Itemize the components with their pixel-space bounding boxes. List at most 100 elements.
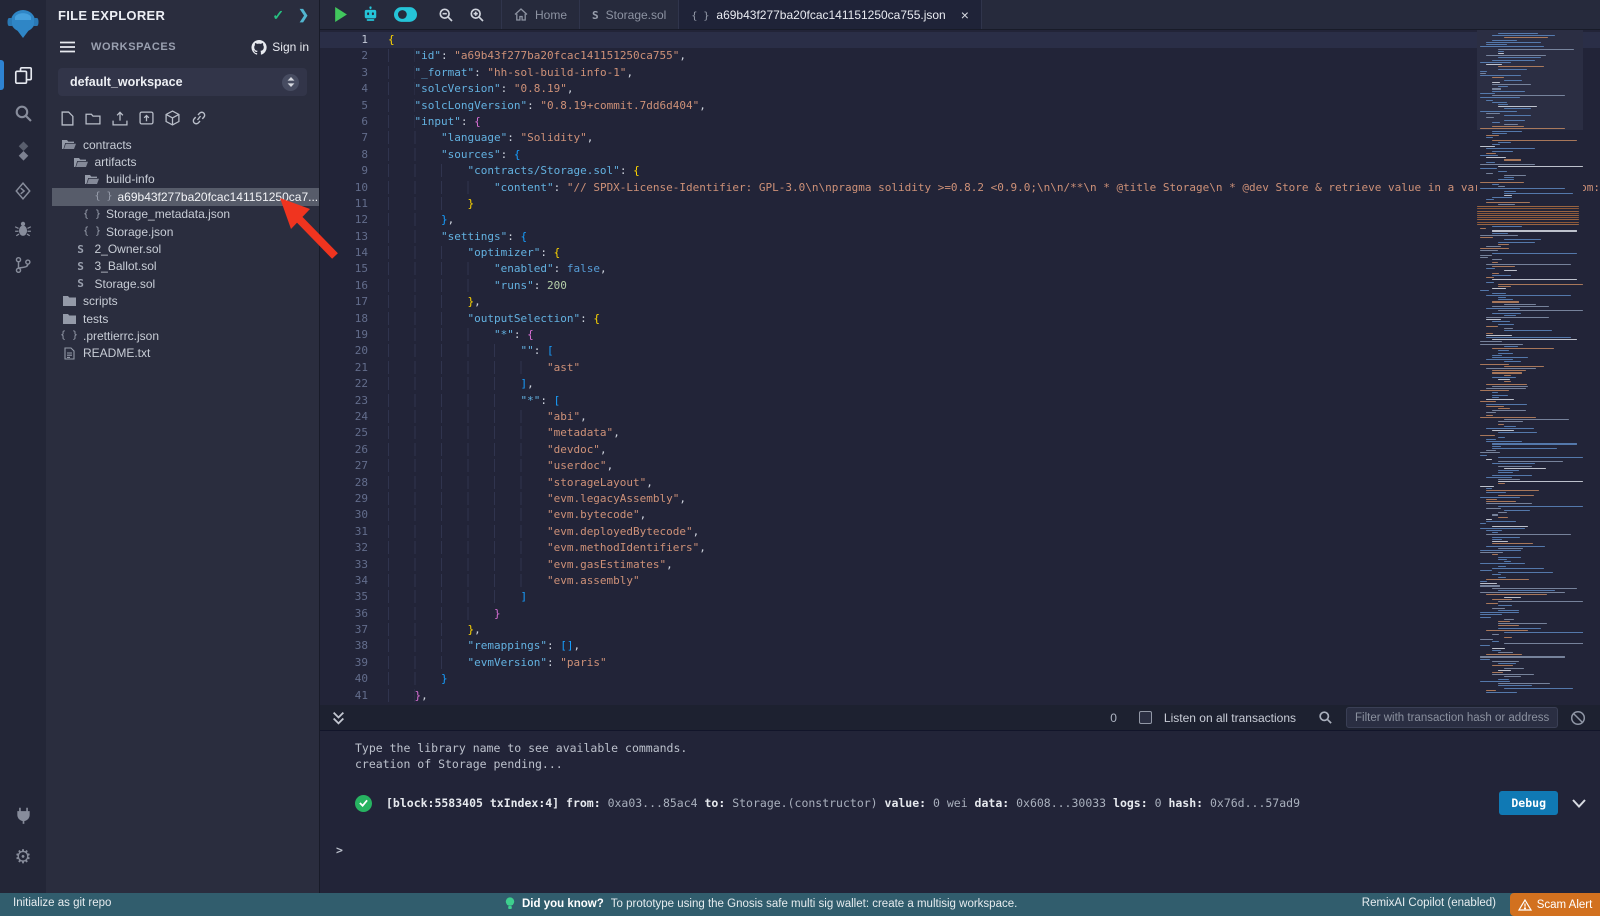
workspace-select[interactable]: default_workspace [58,68,307,96]
code-line[interactable]: 17 }, [320,294,1600,310]
code-line[interactable]: 26 "devdoc", [320,442,1600,458]
line-content: }, [388,688,428,704]
code-line[interactable]: 16 "runs": 200 [320,278,1600,294]
line-content: "evm.legacyAssembly", [388,491,686,507]
code-line[interactable]: 20 "": [ [320,343,1600,359]
tree-item[interactable]: build-info [46,171,319,188]
tab-home[interactable]: Home [501,0,580,29]
settings-gear-icon[interactable]: ⚙ [0,840,46,874]
code-line[interactable]: 31 "evm.deployedBytecode", [320,524,1600,540]
copilot-status[interactable]: RemixAI Copilot (enabled) [1362,897,1496,909]
tree-item[interactable]: tests [46,310,319,327]
code-line[interactable]: 10 "content": "// SPDX-License-Identifie… [320,180,1600,196]
run-script-play-button[interactable] [334,7,347,22]
close-tab-icon[interactable]: × [961,7,969,23]
tree-item[interactable]: SStorage.sol [46,275,319,292]
deploy-run-icon[interactable] [0,174,46,208]
code-line[interactable]: 5 "solcLongVersion": "0.8.19+commit.7dd6… [320,98,1600,114]
terminal-prompt[interactable]: > [336,843,343,857]
code-line[interactable]: 9 "contracts/Storage.sol": { [320,163,1600,179]
line-content: "sources": { [388,147,520,163]
git-branch-icon[interactable] [0,248,46,282]
tree-item[interactable]: contracts [46,136,319,153]
code-line[interactable]: 23 "*": [ [320,393,1600,409]
code-line[interactable]: 11 } [320,196,1600,212]
line-content: ] [388,589,527,605]
code-line[interactable]: 40 } [320,671,1600,687]
code-line[interactable]: 25 "metadata", [320,425,1600,441]
debugger-bug-icon[interactable] [0,212,46,246]
code-line[interactable]: 22 ], [320,376,1600,392]
code-line[interactable]: 21 "ast" [320,360,1600,376]
transaction-filter-input[interactable] [1346,707,1558,728]
code-line[interactable]: 13 "settings": { [320,229,1600,245]
code-line[interactable]: 24 "abi", [320,409,1600,425]
tree-item[interactable]: README.txt [46,345,319,362]
scam-alert-badge[interactable]: Scam Alert [1510,893,1600,916]
tree-item-label: 2_Owner.sol [95,242,162,256]
code-line[interactable]: 33 "evm.gasEstimates", [320,557,1600,573]
new-folder-icon[interactable] [85,112,101,125]
workspaces-menu-icon[interactable] [60,41,75,53]
remix-logo-icon[interactable] [2,6,44,42]
code-line[interactable]: 18 "outputSelection": { [320,311,1600,327]
github-sign-in-button[interactable]: Sign in [251,40,309,55]
code-line[interactable]: 41 }, [320,688,1600,704]
plugin-manager-plug-icon[interactable] [0,798,46,832]
code-line[interactable]: 1{ [320,32,1600,48]
code-line[interactable]: 39 "evmVersion": "paris" [320,655,1600,671]
copilot-toggle-icon[interactable] [394,7,417,22]
solidity-compiler-icon[interactable] [0,134,46,168]
code-line[interactable]: 4 "solcVersion": "0.8.19", [320,81,1600,97]
upload-file-icon[interactable] [112,111,128,126]
tree-item[interactable]: { }.prettierrc.json [46,327,319,344]
code-line[interactable]: 2 "id": "a69b43f277ba20fcac141151250ca75… [320,48,1600,64]
code-line[interactable]: 7 "language": "Solidity", [320,130,1600,146]
code-editor[interactable]: 1{2 "id": "a69b43f277ba20fcac141151250ca… [320,30,1600,705]
minimap[interactable] [1477,30,1583,705]
line-content: "": [ [388,343,554,359]
file-explorer-icon[interactable] [0,58,46,92]
code-line[interactable]: 19 "*": { [320,327,1600,343]
code-line[interactable]: 38 "remappings": [], [320,638,1600,654]
upload-folder-icon[interactable] [139,111,154,125]
code-line[interactable]: 15 "enabled": false, [320,261,1600,277]
tree-item[interactable]: artifacts [46,153,319,170]
init-git-repo-button[interactable]: Initialize as git repo [13,897,111,909]
collapse-chevron-icon[interactable]: ❯ [298,7,309,23]
remixai-robot-icon[interactable] [362,6,379,23]
tab-a69b43f277ba20fcac141151250ca755-json[interactable]: { }a69b43f277ba20fcac141151250ca755.json… [679,0,982,29]
new-file-icon[interactable] [61,111,74,126]
transaction-log-row[interactable]: [block:5583405 txIndex:4] from: 0xa03...… [355,791,1586,815]
zoom-in-icon[interactable] [469,7,485,23]
code-line[interactable]: 37 }, [320,622,1600,638]
tx-expand-chevron-icon[interactable] [1572,799,1586,808]
search-icon[interactable] [0,96,46,130]
link-icon[interactable] [191,111,207,125]
code-line[interactable]: 30 "evm.bytecode", [320,507,1600,523]
clear-console-icon[interactable] [1570,710,1586,726]
code-line[interactable]: 34 "evm.assembly" [320,573,1600,589]
code-line[interactable]: 12 }, [320,212,1600,228]
tree-item[interactable]: scripts [46,293,319,310]
terminal-output[interactable]: Type the library name to see available c… [320,731,1600,893]
tx-success-check-icon [355,795,372,812]
code-line[interactable]: 29 "evm.legacyAssembly", [320,491,1600,507]
terminal-collapse-icon[interactable] [332,711,345,725]
code-line[interactable]: 27 "userdoc", [320,458,1600,474]
code-line[interactable]: 28 "storageLayout", [320,475,1600,491]
code-line[interactable]: 3 "_format": "hh-sol-build-info-1", [320,65,1600,81]
line-content: "content": "// SPDX-License-Identifier: … [388,180,1600,196]
listen-all-label: Listen on all transactions [1164,711,1296,725]
debug-button[interactable]: Debug [1499,791,1558,815]
code-line[interactable]: 35 ] [320,589,1600,605]
listen-all-checkbox[interactable] [1139,711,1152,724]
code-line[interactable]: 8 "sources": { [320,147,1600,163]
code-line[interactable]: 36 } [320,606,1600,622]
code-line[interactable]: 32 "evm.methodIdentifiers", [320,540,1600,556]
code-line[interactable]: 14 "optimizer": { [320,245,1600,261]
publish-ipfs-box-icon[interactable] [165,110,180,126]
tab-storage-sol[interactable]: SStorage.sol [580,0,679,29]
zoom-out-icon[interactable] [438,7,454,23]
code-line[interactable]: 6 "input": { [320,114,1600,130]
